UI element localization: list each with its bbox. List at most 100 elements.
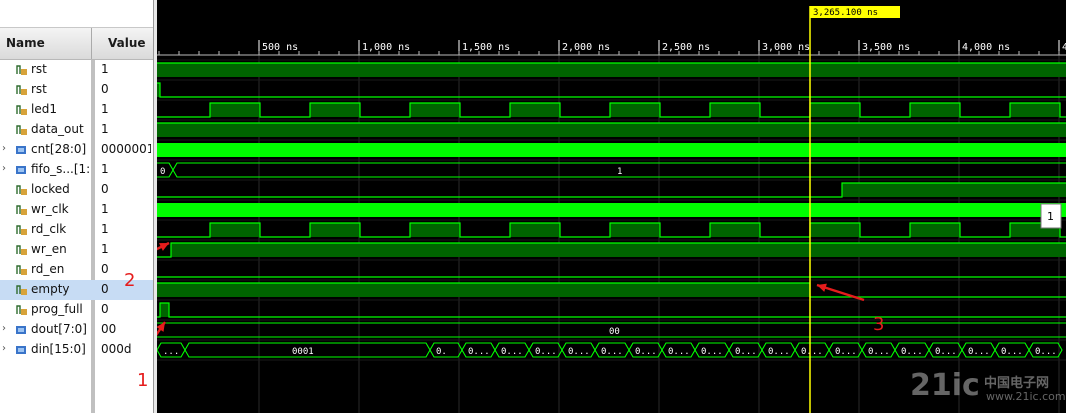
annotation-arrow-3-head: [817, 283, 827, 292]
signal-row[interactable]: rst 0: [0, 80, 153, 100]
signal-list-panel: Name Value rst 1 rst 0 led1 1 data_out 1 › cnt[28…: [0, 0, 153, 413]
wave-high-fill: [171, 243, 1066, 257]
wave-high-fill: [410, 223, 460, 237]
waveform-canvas[interactable]: 500 ns 1,000 ns 1,500 ns 2,000 ns 2,500 ns 3,…: [157, 0, 1066, 413]
signal-value: 1: [101, 162, 109, 176]
bus-value-label: 0...: [935, 347, 957, 357]
bit-signal-icon: [16, 225, 27, 235]
signal-name: wr_clk: [31, 202, 69, 216]
bit-signal-icon: [16, 205, 27, 215]
signal-name: led1: [31, 102, 57, 116]
bit-signal-icon: [16, 105, 27, 115]
signal-value: 000d: [101, 342, 132, 356]
ruler-label: 3,500 ns: [862, 42, 910, 53]
signal-name: dout[7:0]: [31, 322, 87, 336]
signal-name: prog_full: [31, 302, 83, 316]
signal-value: 1: [101, 122, 109, 136]
signal-row[interactable]: led1 1: [0, 100, 153, 120]
bit-signal-icon: [16, 185, 27, 195]
signal-row[interactable]: wr_clk 1: [0, 200, 153, 220]
ruler-label: 1,000 ns: [362, 42, 410, 53]
annotation-number-2: 2: [124, 270, 136, 291]
signal-value: 00: [101, 322, 117, 336]
bus-value-label: 0...: [568, 347, 590, 357]
bus-value-label: 0...: [468, 347, 490, 357]
signal-name: din[15:0]: [31, 342, 86, 356]
signal-value: 1: [101, 222, 109, 236]
wave-high-fill: [210, 223, 260, 237]
bus-value-label: 0...: [501, 347, 523, 357]
wave-high-fill: [1010, 103, 1060, 117]
ruler-label: 3,000 ns: [762, 42, 810, 53]
wave-prog-full: [157, 302, 1066, 318]
wave-high-fill: [610, 103, 660, 117]
expand-chevron-icon[interactable]: ›: [2, 143, 10, 154]
ruler-label: 1,500 ns: [462, 42, 510, 53]
signal-row[interactable]: rst 1: [0, 60, 153, 80]
signal-name: empty: [31, 282, 70, 296]
signal-value: 1: [101, 242, 109, 256]
signal-row[interactable]: › fifo_s...[1:0] 1: [0, 160, 153, 180]
value-column-header[interactable]: Value: [94, 28, 153, 59]
signal-row[interactable]: wr_en 1: [0, 240, 153, 260]
wave-high-fill: [160, 303, 169, 317]
signal-row[interactable]: › din[15:0] 000d: [0, 340, 153, 360]
signal-name: data_out: [31, 122, 84, 136]
wave-high-fill: [910, 223, 960, 237]
bus-value-label: 0...: [668, 347, 690, 357]
bus-value-label: 0: [160, 167, 165, 177]
name-column-header[interactable]: Name: [0, 28, 92, 59]
bit-signal-icon: [16, 265, 27, 275]
bit-signal-icon: [16, 85, 27, 95]
time-ruler: 500 ns 1,000 ns 1,500 ns 2,000 ns 2,500 ns 3,…: [157, 40, 1066, 56]
signal-name: rst: [31, 62, 47, 76]
expand-chevron-icon[interactable]: ›: [2, 343, 10, 354]
ruler-label: 4,000 ns: [962, 42, 1010, 53]
bus-value-label: 0.: [436, 347, 447, 357]
signal-row[interactable]: prog_full 0: [0, 300, 153, 320]
signal-value: 0: [101, 182, 109, 196]
signal-name: fifo_s...[1:0]: [31, 162, 89, 176]
signal-name: cnt[28:0]: [31, 142, 87, 156]
signal-row[interactable]: locked 0: [0, 180, 153, 200]
wave-high-fill: [710, 223, 760, 237]
bus-value-label: 0...: [535, 347, 557, 357]
ruler-label: 2,000 ns: [562, 42, 610, 53]
wave-cnt-dense: [157, 143, 1066, 157]
expand-chevron-icon[interactable]: ›: [2, 163, 10, 174]
wave-high-fill: [157, 283, 810, 297]
bus-signal-icon: [16, 326, 26, 334]
signal-row[interactable]: rd_clk 1: [0, 220, 153, 240]
wave-fifo-state: [157, 162, 1066, 178]
expand-chevron-icon[interactable]: ›: [2, 323, 10, 334]
signal-row[interactable]: › dout[7:0] 00: [0, 320, 153, 340]
bus-value-label: 0...: [701, 347, 723, 357]
bit-signal-icon: [16, 305, 27, 315]
bit-signal-icon: [16, 285, 27, 295]
signal-value: 1: [101, 102, 109, 116]
signal-name: locked: [31, 182, 70, 196]
signal-value: 0000001a: [101, 142, 151, 156]
bus-value-label: 1: [617, 167, 622, 177]
signal-name: rd_en: [31, 262, 65, 276]
bus-value-label: 00: [609, 327, 620, 337]
signal-value: 1: [101, 202, 109, 216]
watermark-cn-text: 中国电子网: [984, 376, 1050, 391]
bus-value-label: 0...: [601, 347, 623, 357]
wave-high-fill: [510, 103, 560, 117]
wave-high-fill: [610, 223, 660, 237]
signal-row[interactable]: data_out 1: [0, 120, 153, 140]
signal-value: 1: [101, 62, 109, 76]
signal-name: wr_en: [31, 242, 67, 256]
bus-value-label: 0001: [292, 347, 314, 357]
wave-high-fill: [910, 103, 960, 117]
cursor-time-label: 3,265.100 ns: [813, 8, 878, 18]
bus-value-label: 0...: [768, 347, 790, 357]
bus-value-label: 0...: [901, 347, 923, 357]
wave-high-fill: [157, 123, 1066, 137]
bit-signal-icon: [16, 65, 27, 75]
signal-name: rd_clk: [31, 222, 67, 236]
signal-row[interactable]: › cnt[28:0] 0000001a: [0, 140, 153, 160]
bus-value-label: 0...: [1035, 347, 1057, 357]
wave-high-fill: [810, 103, 860, 117]
